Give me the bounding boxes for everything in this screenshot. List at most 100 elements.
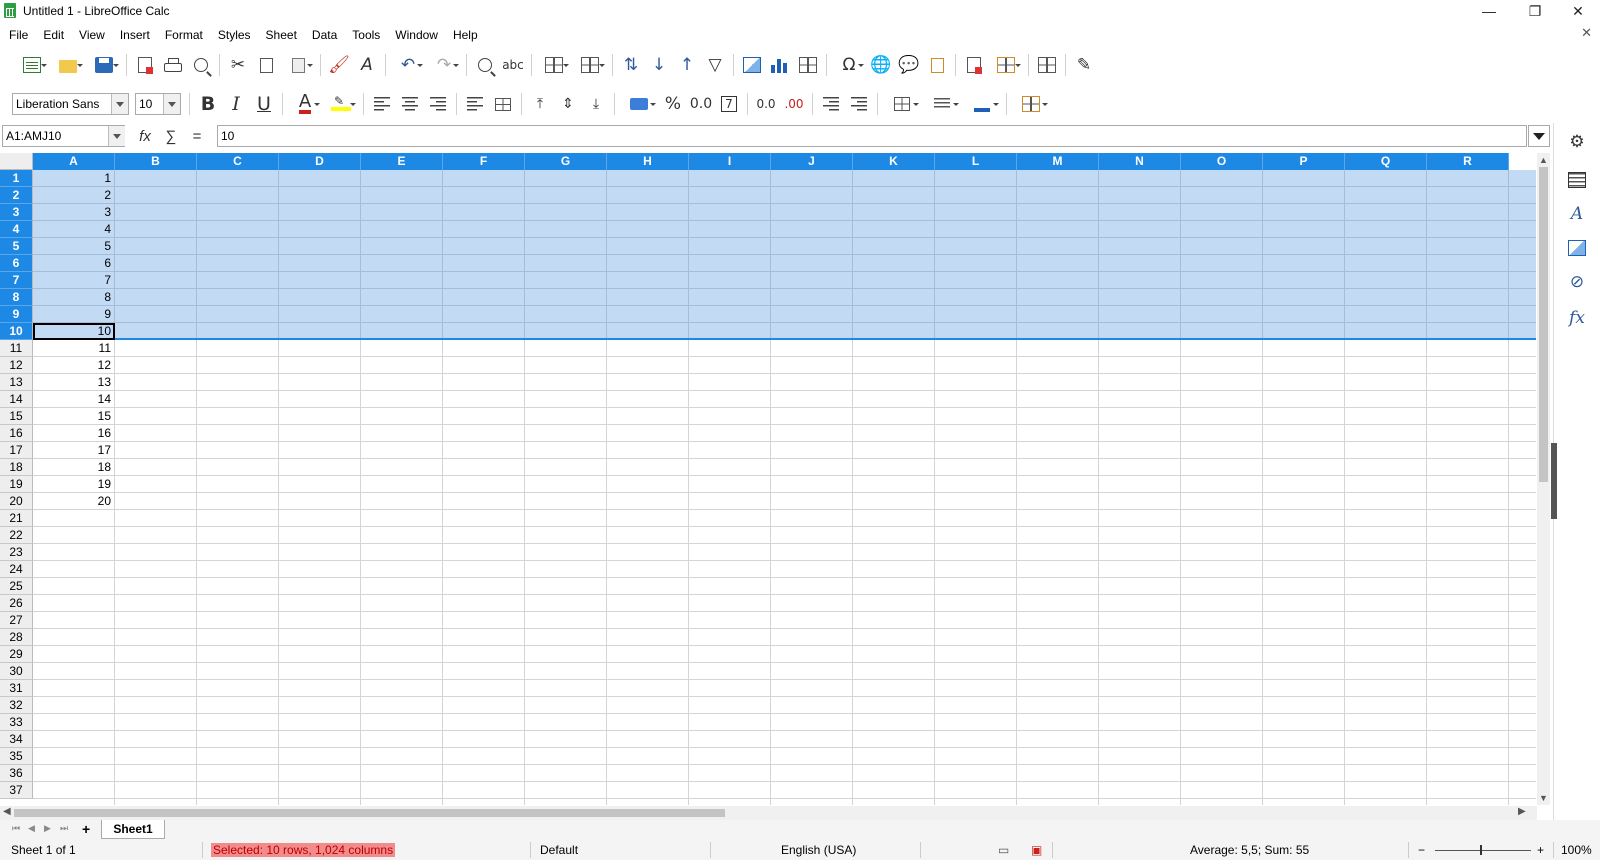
row-header[interactable]: 3	[0, 204, 33, 221]
sidebar-settings-button[interactable]: ⚙	[1564, 129, 1590, 155]
column-header[interactable]: M	[1017, 153, 1099, 170]
sidebar-styles-button[interactable]: A	[1564, 201, 1590, 227]
merge-center-button[interactable]	[489, 91, 517, 117]
find-replace-button[interactable]	[471, 52, 499, 78]
column-header[interactable]: A	[33, 153, 115, 170]
sidebar-collapse-handle[interactable]	[1551, 443, 1557, 519]
row-header[interactable]: 11	[0, 340, 33, 357]
menu-insert[interactable]: Insert	[111, 28, 156, 42]
cell-value[interactable]: 5	[33, 238, 114, 255]
decrease-indent-button[interactable]	[845, 91, 873, 117]
percent-format-button[interactable]: %	[659, 91, 687, 117]
chevron-down-icon[interactable]	[108, 126, 125, 146]
cut-button[interactable]: ✂	[224, 52, 252, 78]
zoom-slider-thumb[interactable]	[1480, 845, 1482, 855]
row-header[interactable]: 31	[0, 680, 33, 697]
row-header[interactable]: 23	[0, 544, 33, 561]
underline-button[interactable]: U	[250, 91, 278, 117]
autofilter-button[interactable]: ▽	[701, 52, 729, 78]
menu-view[interactable]: View	[70, 28, 111, 42]
spelling-button[interactable]: abc	[499, 52, 527, 78]
cell-value[interactable]: 7	[33, 272, 114, 289]
select-all-corner[interactable]	[0, 153, 33, 170]
zoom-out-icon[interactable]: −	[1418, 843, 1425, 857]
border-style-button[interactable]	[922, 91, 962, 117]
header-footer-button[interactable]	[923, 52, 951, 78]
cell-value[interactable]: 8	[33, 289, 114, 306]
chevron-down-icon[interactable]	[163, 94, 180, 114]
column-button[interactable]	[572, 52, 608, 78]
delete-decimal-button[interactable]: .00	[780, 91, 808, 117]
selection-summary[interactable]: Average: 5,5; Sum: 55	[1190, 843, 1309, 857]
menu-data[interactable]: Data	[303, 28, 343, 42]
sidebar-gallery-button[interactable]	[1564, 235, 1590, 261]
row-header[interactable]: 12	[0, 357, 33, 374]
language-status[interactable]: English (USA)	[781, 843, 856, 857]
sheet-tab-sheet1[interactable]: Sheet1	[101, 820, 165, 839]
open-button[interactable]	[50, 52, 86, 78]
cell-value[interactable]: 14	[33, 391, 114, 408]
freeze-rows-columns-button[interactable]	[988, 52, 1024, 78]
row-header[interactable]: 24	[0, 561, 33, 578]
column-header[interactable]: R	[1427, 153, 1509, 170]
scroll-right-icon[interactable]: ▶	[1518, 806, 1526, 817]
column-header[interactable]: G	[525, 153, 607, 170]
name-box[interactable]: A1:AMJ10	[2, 125, 125, 147]
align-top-button[interactable]: ⤒	[526, 91, 554, 117]
minimize-button[interactable]: —	[1466, 0, 1512, 22]
column-header[interactable]: E	[361, 153, 443, 170]
sort-descending-button[interactable]: ↑	[673, 52, 701, 78]
page-style[interactable]: Default	[540, 843, 578, 857]
row-header[interactable]: 19	[0, 476, 33, 493]
zoom-slider[interactable]	[1435, 850, 1531, 851]
row-header[interactable]: 10	[0, 323, 33, 340]
cell-value[interactable]: 17	[33, 442, 114, 459]
align-bottom-button[interactable]: ⤓	[582, 91, 610, 117]
cell-value[interactable]: 12	[33, 357, 114, 374]
row-header[interactable]: 1	[0, 170, 33, 187]
new-button[interactable]	[14, 52, 50, 78]
column-header[interactable]: J	[771, 153, 853, 170]
cell-value[interactable]: 16	[33, 425, 114, 442]
row-header[interactable]: 16	[0, 425, 33, 442]
column-header[interactable]: L	[935, 153, 1017, 170]
insert-image-button[interactable]	[738, 52, 766, 78]
align-right-button[interactable]	[424, 91, 452, 117]
row-header[interactable]: 36	[0, 765, 33, 782]
align-center-button[interactable]	[396, 91, 424, 117]
column-header[interactable]: I	[689, 153, 771, 170]
row-header[interactable]: 29	[0, 646, 33, 663]
sum-button[interactable]: ∑	[160, 126, 182, 146]
row-header[interactable]: 32	[0, 697, 33, 714]
formula-input[interactable]: 10	[217, 125, 1527, 147]
formula-button[interactable]: =	[186, 126, 208, 146]
cell-value[interactable]: 13	[33, 374, 114, 391]
conditional-format-button[interactable]	[1011, 91, 1051, 117]
selection-mode-icon[interactable]: ▭	[998, 843, 1009, 857]
pivot-table-button[interactable]	[794, 52, 822, 78]
print-preview-button[interactable]	[187, 52, 215, 78]
column-header[interactable]: D	[279, 153, 361, 170]
sidebar-navigator-button[interactable]: ⊘	[1564, 269, 1590, 295]
date-format-button[interactable]: 7	[715, 91, 743, 117]
row-header[interactable]: 4	[0, 221, 33, 238]
sort-ascending-button[interactable]: ↓	[645, 52, 673, 78]
close-document-button[interactable]: ✕	[1581, 25, 1592, 41]
vertical-scrollbar[interactable]: ▲ ▼	[1537, 153, 1550, 805]
row-header[interactable]: 26	[0, 595, 33, 612]
menu-window[interactable]: Window	[386, 28, 444, 42]
border-color-button[interactable]	[962, 91, 1002, 117]
comment-button[interactable]: 💬	[895, 52, 923, 78]
sort-button[interactable]: ⇅	[617, 52, 645, 78]
clear-formatting-button[interactable]: A	[353, 52, 381, 78]
show-draw-functions-button[interactable]: ✎	[1070, 52, 1098, 78]
cell-value[interactable]: 11	[33, 340, 114, 357]
cell-value[interactable]: 20	[33, 493, 114, 510]
sidebar-properties-button[interactable]	[1564, 167, 1590, 193]
cell-value[interactable]: 2	[33, 187, 114, 204]
cell-value[interactable]: 1	[33, 170, 114, 187]
row-header[interactable]: 27	[0, 612, 33, 629]
row-header[interactable]: 14	[0, 391, 33, 408]
last-sheet-icon[interactable]: ⏭	[60, 823, 68, 834]
column-header[interactable]: N	[1099, 153, 1181, 170]
